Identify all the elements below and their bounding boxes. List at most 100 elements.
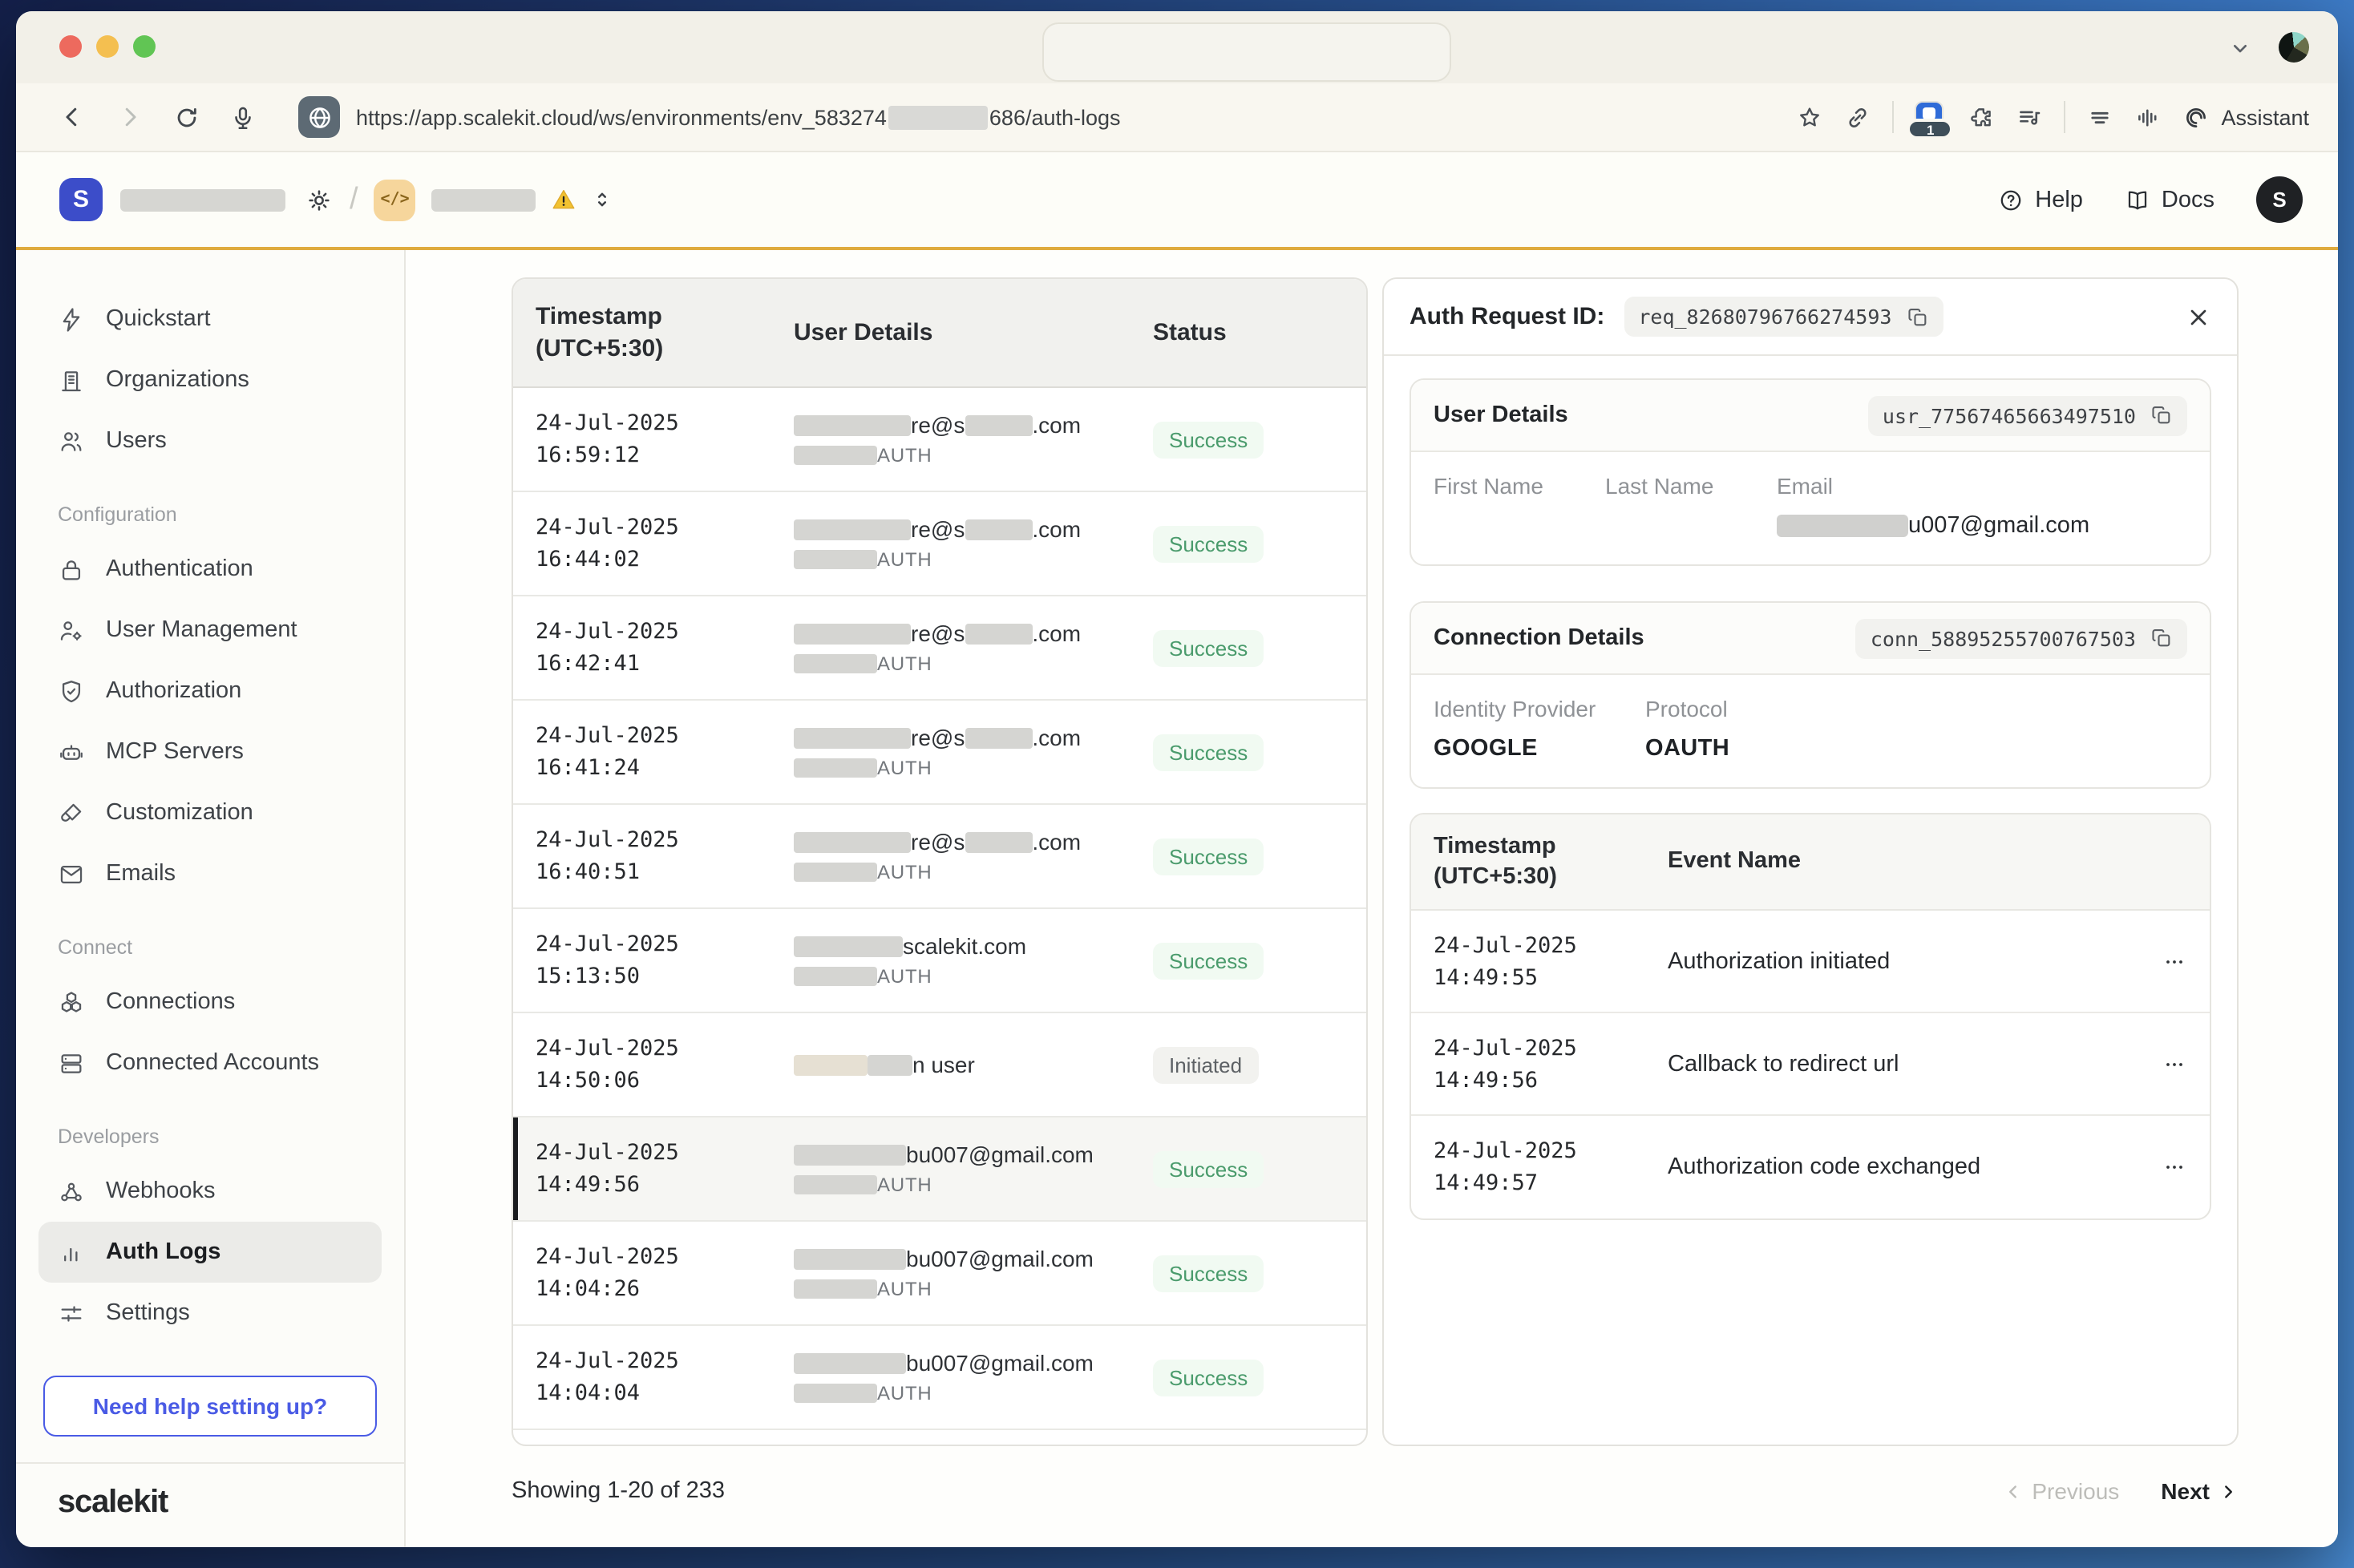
redacted-segment: [794, 1384, 877, 1403]
need-help-button[interactable]: Need help setting up?: [43, 1376, 377, 1437]
sidebar-item-settings[interactable]: Settings: [16, 1283, 404, 1344]
desktop: https://app.scalekit.cloud/ws/environmen…: [0, 0, 2354, 1568]
site-info-chip[interactable]: [298, 96, 340, 138]
table-row[interactable]: 24-Jul-202514:50:06n userInitiated: [513, 1013, 1366, 1117]
sidebar-item-label: Organizations: [106, 367, 249, 393]
event-menu-button[interactable]: [2162, 1154, 2187, 1180]
visible-text: bu007@gmail.com: [906, 1142, 1094, 1167]
cubes-icon: [58, 988, 85, 1016]
time: 15:13:50: [536, 960, 794, 992]
docs-button[interactable]: Docs: [2125, 187, 2214, 212]
sidebar-item-organizations[interactable]: Organizations: [16, 350, 404, 410]
lock-icon: [58, 556, 85, 583]
docs-label: Docs: [2162, 187, 2214, 212]
zoom-window-button[interactable]: [133, 35, 156, 58]
close-panel-button[interactable]: [2186, 304, 2211, 329]
time: 14:49:56: [536, 1169, 794, 1201]
sidebar-item-authentication[interactable]: Authentication: [16, 539, 404, 600]
user-details-subline: AUTH: [794, 1174, 1153, 1196]
assistant-button[interactable]: Assistant: [2182, 103, 2309, 131]
table-row[interactable]: 24-Jul-202514:04:26bu007@gmail.comAUTHSu…: [513, 1222, 1366, 1326]
table-row[interactable]: 24-Jul-202514:49:56bu007@gmail.comAUTHSu…: [513, 1117, 1366, 1222]
redacted-segment: [794, 1279, 877, 1299]
copy-user-id-button[interactable]: [2150, 404, 2173, 426]
copy-icon: [2150, 627, 2173, 649]
link-icon[interactable]: [1844, 103, 1871, 131]
event-timestamp-cell: 24-Jul-202514:49:56: [1411, 1032, 1668, 1096]
copy-request-id-button[interactable]: [1906, 305, 1928, 328]
address-bar[interactable]: https://app.scalekit.cloud/ws/environmen…: [356, 105, 1121, 129]
reload-icon[interactable]: [173, 103, 200, 131]
table-row[interactable]: 24-Jul-202516:42:41re@s.comAUTHSuccess: [513, 596, 1366, 701]
previous-label: Previous: [2032, 1478, 2119, 1504]
user-details-line: n user: [794, 1052, 1153, 1077]
voice-search-icon[interactable]: [2134, 103, 2162, 131]
column-header-user-details: User Details: [794, 317, 1153, 349]
browser-profile-avatar[interactable]: [2279, 32, 2309, 63]
redacted-segment: [794, 623, 911, 644]
environment-chip-icon[interactable]: </>: [374, 179, 416, 220]
visible-text: re@s: [911, 725, 965, 750]
sidebar-item-quickstart[interactable]: Quickstart: [16, 289, 404, 350]
table-row[interactable]: 24-Jul-202515:13:50scalekit.comAUTHSucce…: [513, 909, 1366, 1013]
sidebar-item-connections[interactable]: Connections: [16, 972, 404, 1033]
sidebar-item-auth-logs[interactable]: Auth Logs: [38, 1222, 382, 1283]
reader-mode-icon[interactable]: [2086, 103, 2113, 131]
table-row[interactable]: 24-Jul-202516:59:12re@s.comAUTHSuccess: [513, 388, 1366, 492]
workspace-logo[interactable]: S: [59, 178, 103, 221]
extension-badge: 1: [1907, 119, 1953, 139]
redacted-segment: [794, 1054, 868, 1075]
playlist-icon[interactable]: [2016, 103, 2043, 131]
status-badge: Success: [1153, 1255, 1264, 1291]
status-cell: Success: [1153, 421, 1366, 458]
connection-id-pill: conn_58895255700767503: [1856, 618, 2187, 658]
event-menu-button[interactable]: [2162, 948, 2187, 974]
visible-text: AUTH: [877, 1382, 932, 1404]
sidebar-item-user-management[interactable]: User Management: [16, 600, 404, 661]
password-manager-icon[interactable]: 1: [1915, 101, 1947, 133]
browser-tab[interactable]: [1042, 22, 1451, 82]
event-menu-button[interactable]: [2162, 1051, 2187, 1077]
status-cell: Success: [1153, 838, 1366, 875]
user-details-cell: re@s.comAUTH: [794, 516, 1153, 571]
table-row[interactable]: 24-Jul-202514:04:04bu007@gmail.comAUTHSu…: [513, 1326, 1366, 1430]
microphone-icon[interactable]: [229, 103, 257, 131]
sidebar-item-users[interactable]: Users: [16, 410, 404, 471]
first-name-label: First Name: [1434, 473, 1605, 499]
sidebar-item-authorization[interactable]: Authorization: [16, 661, 404, 721]
auth-request-id-pill: req_82680796766274593: [1624, 297, 1943, 337]
column-header-timestamp: Timestamp (UTC+5:30): [513, 301, 794, 365]
status-cell: Success: [1153, 525, 1366, 562]
chevron-down-icon[interactable]: [2227, 34, 2253, 60]
copy-connection-id-button[interactable]: [2150, 627, 2173, 649]
forward-icon[interactable]: [115, 103, 144, 131]
status-cell: Success: [1153, 1359, 1366, 1396]
table-row[interactable]: 24-Jul-202516:44:02re@s.comAUTHSuccess: [513, 492, 1366, 596]
help-button[interactable]: Help: [1998, 187, 2083, 212]
extensions-puzzle-icon[interactable]: [1968, 103, 1995, 131]
browser-window: https://app.scalekit.cloud/ws/environmen…: [16, 11, 2338, 1547]
user-details-subline: AUTH: [794, 757, 1153, 779]
back-icon[interactable]: [58, 103, 87, 131]
environment-switcher-chevrons-icon[interactable]: [591, 188, 615, 212]
sidebar-item-customization[interactable]: Customization: [16, 782, 404, 843]
lightning-icon: [58, 305, 85, 333]
workspace-settings-gear-icon[interactable]: [305, 185, 334, 214]
sidebar-item-connected-accounts[interactable]: Connected Accounts: [16, 1033, 404, 1093]
ellipsis-icon: [2162, 948, 2187, 974]
user-id-value: usr_77567465663497510: [1883, 403, 2136, 427]
sidebar-item-webhooks[interactable]: Webhooks: [16, 1161, 404, 1222]
previous-page-button[interactable]: Previous: [2003, 1478, 2119, 1504]
sidebar-item-emails[interactable]: Emails: [16, 843, 404, 904]
bookmark-star-icon[interactable]: [1796, 103, 1823, 131]
sidebar-item-mcp-servers[interactable]: MCP Servers: [16, 721, 404, 782]
visible-text: .com: [1032, 620, 1081, 646]
next-page-button[interactable]: Next: [2161, 1478, 2239, 1504]
user-details-subline: AUTH: [794, 1382, 1153, 1404]
close-window-button[interactable]: [59, 35, 82, 58]
user-avatar[interactable]: S: [2256, 176, 2303, 223]
minimize-window-button[interactable]: [96, 35, 119, 58]
table-row[interactable]: 24-Jul-202516:41:24re@s.comAUTHSuccess: [513, 701, 1366, 805]
table-row[interactable]: 24-Jul-202516:40:51re@s.comAUTHSuccess: [513, 805, 1366, 909]
time: 14:04:04: [536, 1377, 794, 1409]
